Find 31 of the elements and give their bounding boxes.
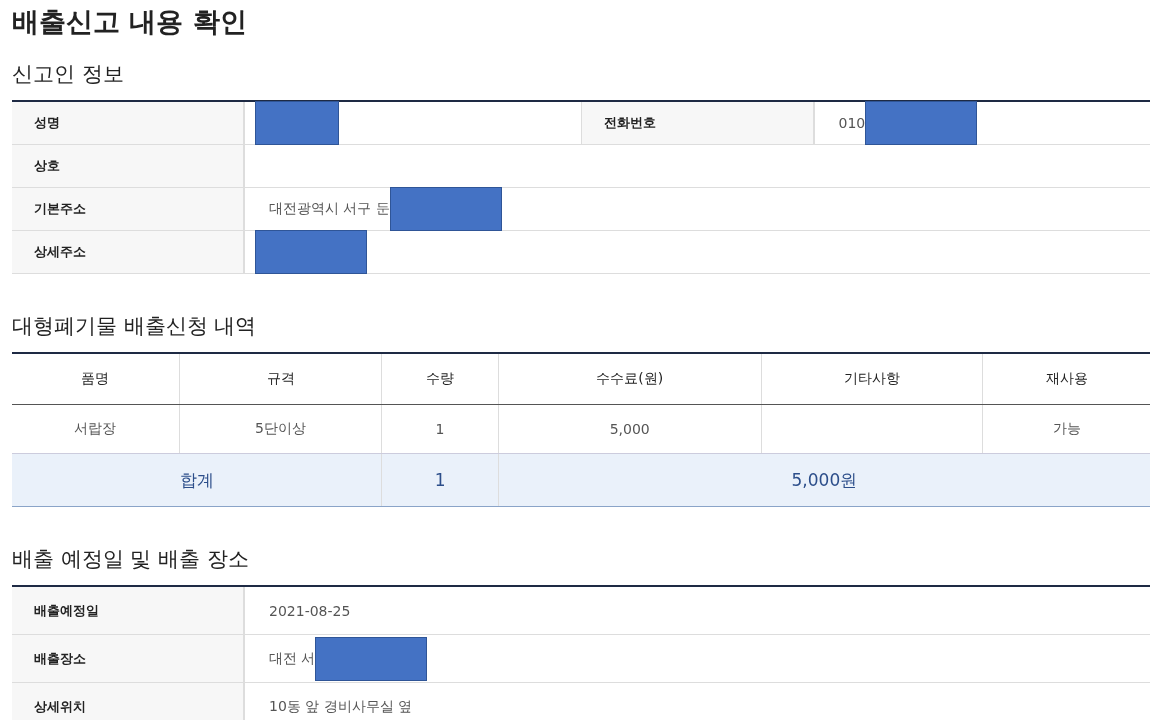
field-label: 상세주소 [12,231,245,273]
field-value: 대전광역시 서구 둔 [268,200,390,218]
section-title: 대형폐기물 배출신청 내역 [12,313,258,340]
table-cell: 5단이상 [255,420,306,436]
column-header: 규격 [266,370,295,386]
column-header: 수량 [426,370,455,386]
field-label: 배출예정일 [12,587,245,634]
total-fee: 5,000원 [791,469,858,490]
column-header: 기타사항 [843,370,900,386]
field-label: 전화번호 [581,102,815,144]
field-label: 기본주소 [12,188,245,230]
field-value: 10동 앞 경비사무실 옆 [268,697,413,716]
page-title: 배출신고 내용 확인 [12,5,248,39]
column-header: 수수료(원) [596,370,664,386]
section-title: 신고인 정보 [12,61,125,88]
section-title: 배출 예정일 및 배출 장소 [12,546,250,573]
field-value: 010 [837,115,866,131]
field-label: 성명 [12,102,245,144]
field-label: 상호 [12,145,245,187]
field-label: 상세위치 [12,683,245,720]
column-header: 품명 [81,370,110,386]
field-label: 배출장소 [12,635,245,682]
column-header: 재사용 [1045,370,1088,386]
table-cell: 서랍장 [74,420,117,436]
total-label: 합계 [179,469,214,490]
table-cell: 가능 [1052,420,1081,436]
table-cell: 5,000 [609,421,650,437]
total-quantity: 1 [434,470,446,490]
field-value: 2021-08-25 [268,602,351,619]
field-value: 대전 서 [268,649,316,668]
table-cell: 1 [435,421,445,437]
